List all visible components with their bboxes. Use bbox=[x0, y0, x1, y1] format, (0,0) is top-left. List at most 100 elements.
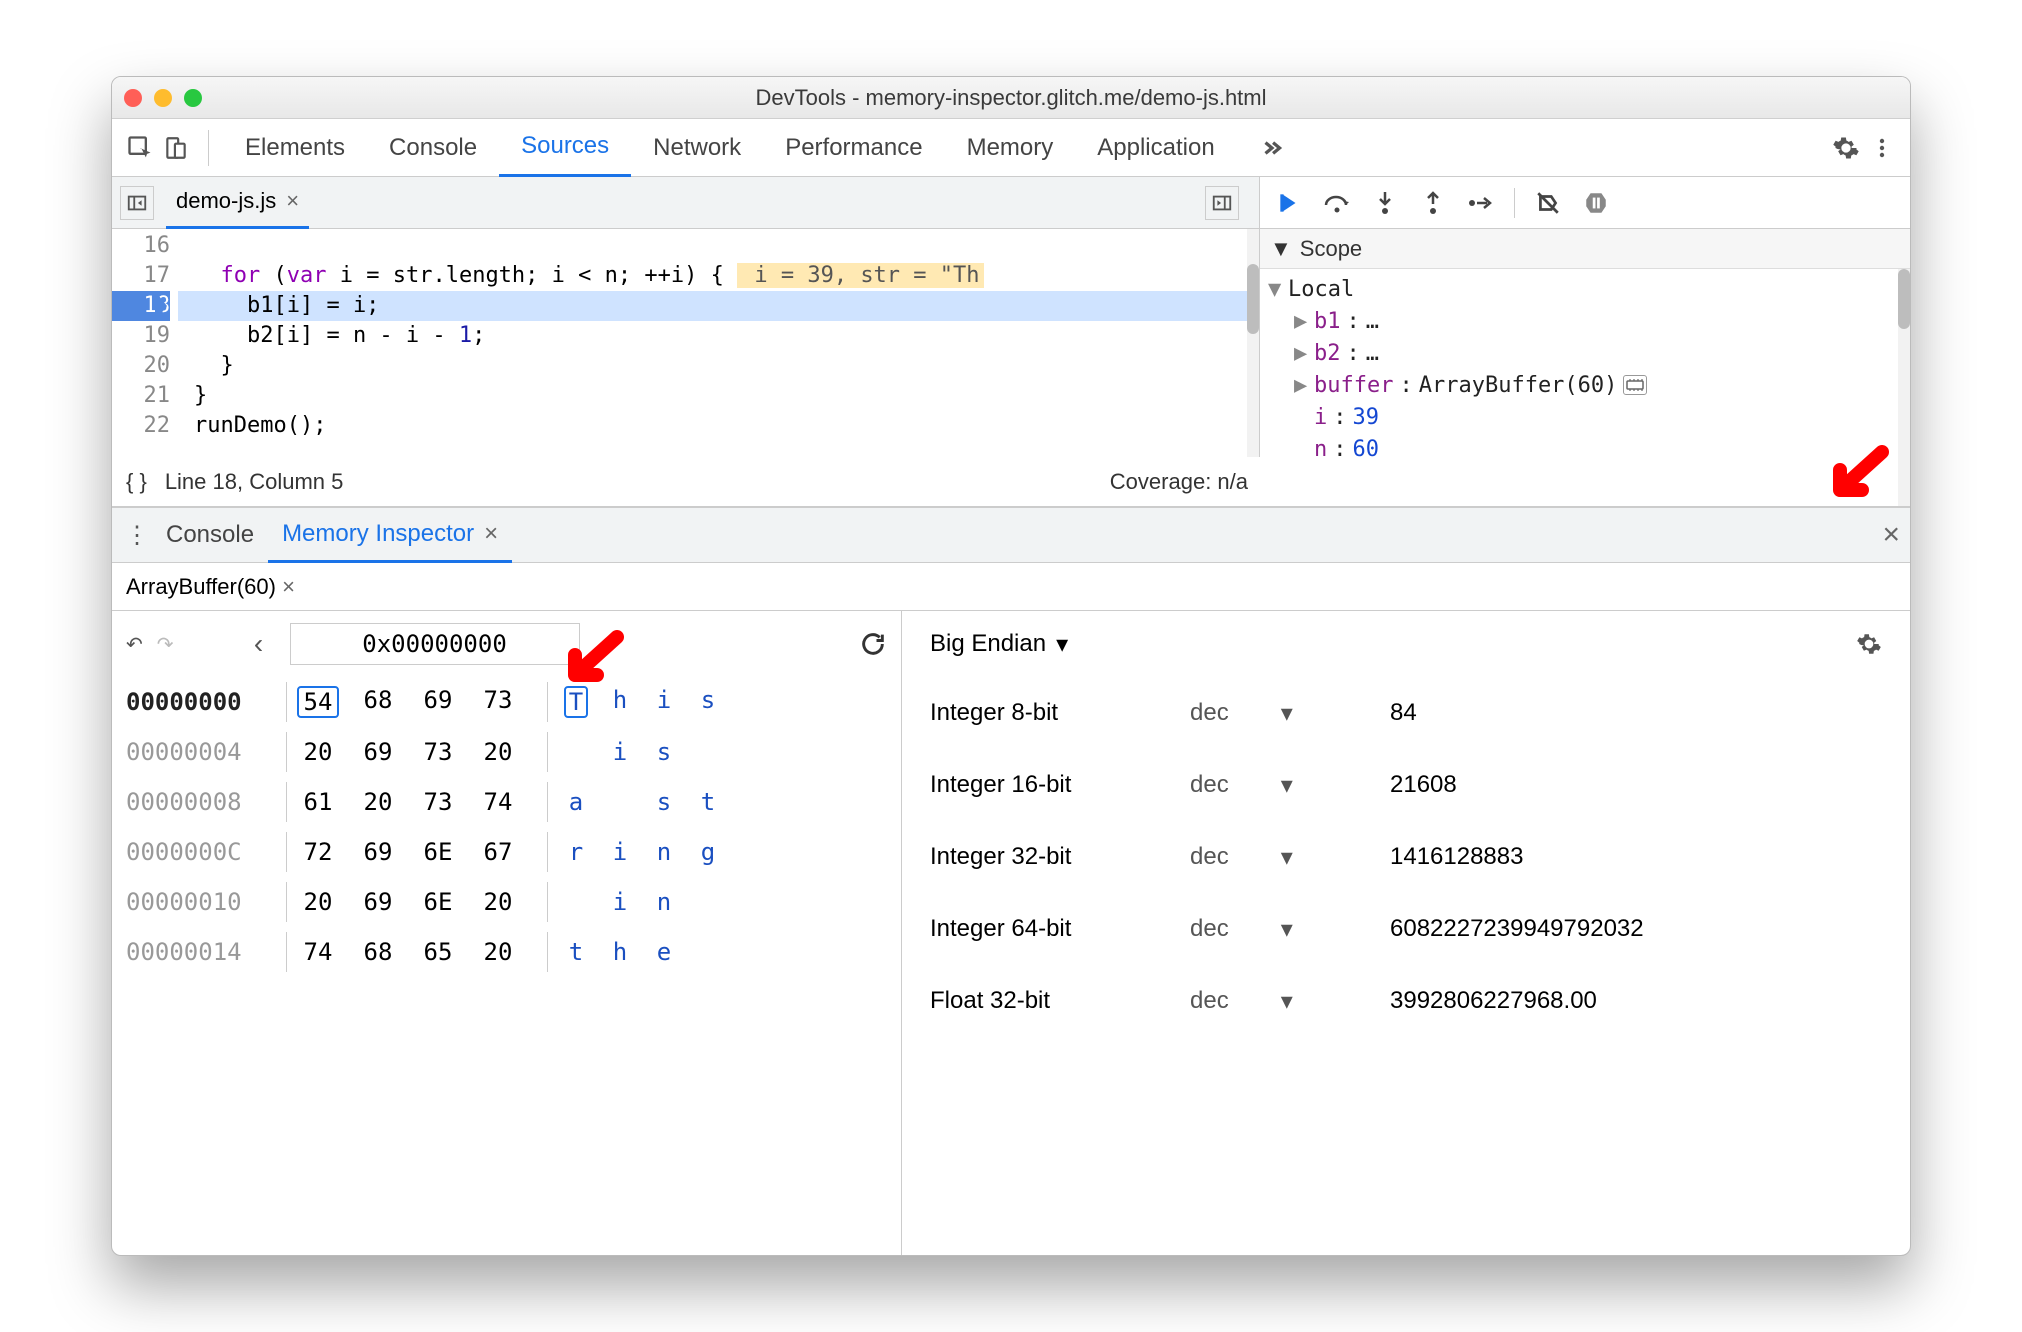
hex-row[interactable]: 0000001020696E20 in bbox=[126, 877, 887, 927]
hex-row[interactable]: 0000001474686520the bbox=[126, 927, 887, 977]
settings-icon[interactable] bbox=[1828, 130, 1864, 166]
buffer-subtab[interactable]: ArrayBuffer(60) × bbox=[126, 574, 295, 600]
address-input[interactable] bbox=[290, 623, 580, 665]
hex-byte[interactable]: 68 bbox=[357, 686, 399, 718]
value-format-select[interactable]: dec▾ bbox=[1190, 843, 1390, 872]
hex-byte[interactable]: 65 bbox=[417, 938, 459, 966]
tab-performance[interactable]: Performance bbox=[763, 119, 944, 177]
hex-byte[interactable]: 20 bbox=[477, 888, 519, 916]
hex-char[interactable]: t bbox=[564, 938, 588, 966]
hex-byte[interactable]: 54 bbox=[297, 686, 339, 718]
step-out-button[interactable] bbox=[1418, 188, 1448, 218]
device-toolbar-icon[interactable] bbox=[158, 130, 194, 166]
resume-button[interactable] bbox=[1274, 188, 1304, 218]
hex-char[interactable]: s bbox=[696, 686, 720, 718]
hex-grid[interactable]: 0000000054686973This0000000420697320 is … bbox=[112, 677, 901, 977]
drawer-kebab-icon[interactable]: ⋮ bbox=[122, 521, 152, 550]
sidebar-scrollbar[interactable] bbox=[1898, 269, 1910, 506]
scope-var-b2[interactable]: ▶b2: … bbox=[1268, 337, 1902, 369]
hex-char[interactable] bbox=[564, 738, 588, 766]
hex-char[interactable]: i bbox=[608, 838, 632, 866]
hex-char[interactable]: s bbox=[652, 738, 676, 766]
hex-byte[interactable]: 20 bbox=[477, 738, 519, 766]
redo-icon[interactable]: ↷ bbox=[157, 632, 174, 657]
hex-byte[interactable]: 20 bbox=[357, 788, 399, 816]
drawer-tab-console[interactable]: Console bbox=[152, 507, 268, 563]
step-button[interactable] bbox=[1466, 188, 1496, 218]
tab-memory[interactable]: Memory bbox=[945, 119, 1076, 177]
scope-var-n[interactable]: n: 60 bbox=[1268, 433, 1902, 465]
hex-byte[interactable]: 68 bbox=[357, 938, 399, 966]
hex-byte[interactable]: 73 bbox=[417, 738, 459, 766]
hex-char[interactable]: i bbox=[652, 686, 676, 718]
scope-local[interactable]: ▼Local bbox=[1268, 273, 1902, 305]
hex-char[interactable] bbox=[608, 788, 632, 816]
hex-byte[interactable]: 20 bbox=[297, 738, 339, 766]
hex-char[interactable] bbox=[564, 888, 588, 916]
hex-byte[interactable]: 20 bbox=[477, 938, 519, 966]
tab-sources[interactable]: Sources bbox=[499, 119, 631, 177]
refresh-icon[interactable] bbox=[859, 630, 887, 658]
close-drawer-tab-icon[interactable]: × bbox=[484, 520, 498, 548]
hex-byte[interactable]: 74 bbox=[297, 938, 339, 966]
step-into-button[interactable] bbox=[1370, 188, 1400, 218]
hex-row[interactable]: 0000000C72696E67ring bbox=[126, 827, 887, 877]
endianness-select[interactable]: Big Endian ▾ bbox=[930, 630, 1068, 659]
hex-byte[interactable]: 74 bbox=[477, 788, 519, 816]
undo-icon[interactable]: ↶ bbox=[126, 632, 143, 657]
scope-section-header[interactable]: ▼ Scope bbox=[1260, 229, 1910, 269]
hex-row[interactable]: 0000000861207374a st bbox=[126, 777, 887, 827]
value-format-select[interactable]: dec▾ bbox=[1190, 699, 1390, 728]
hex-byte[interactable]: 69 bbox=[417, 686, 459, 718]
hex-byte[interactable]: 6E bbox=[417, 838, 459, 866]
pause-on-exceptions-button[interactable] bbox=[1581, 188, 1611, 218]
source-file-tab[interactable]: demo-js.js × bbox=[166, 177, 309, 229]
value-format-select[interactable]: dec▾ bbox=[1190, 987, 1390, 1016]
hex-char[interactable] bbox=[696, 888, 720, 916]
hex-byte[interactable]: 69 bbox=[357, 888, 399, 916]
close-drawer-icon[interactable]: × bbox=[1882, 518, 1900, 552]
hex-byte[interactable]: 61 bbox=[297, 788, 339, 816]
tab-network[interactable]: Network bbox=[631, 119, 763, 177]
close-subtab-icon[interactable]: × bbox=[282, 574, 295, 599]
tab-console[interactable]: Console bbox=[367, 119, 499, 177]
tab-overflow[interactable] bbox=[1237, 119, 1307, 177]
hex-char[interactable]: e bbox=[652, 938, 676, 966]
page-prev-button[interactable]: ‹ bbox=[242, 628, 276, 660]
value-format-select[interactable]: dec▾ bbox=[1190, 771, 1390, 800]
scope-var-b1[interactable]: ▶b1: … bbox=[1268, 305, 1902, 337]
hex-char[interactable]: s bbox=[652, 788, 676, 816]
hex-char[interactable] bbox=[696, 938, 720, 966]
inspect-element-icon[interactable] bbox=[122, 130, 158, 166]
kebab-menu-icon[interactable] bbox=[1864, 130, 1900, 166]
hex-byte[interactable]: 20 bbox=[297, 888, 339, 916]
scope-var-i[interactable]: i: 39 bbox=[1268, 401, 1902, 433]
hex-char[interactable]: n bbox=[652, 838, 676, 866]
pretty-print-icon[interactable]: { } bbox=[126, 469, 147, 495]
hex-char[interactable]: n bbox=[652, 888, 676, 916]
scope-var-buffer[interactable]: ▶buffer: ArrayBuffer(60) bbox=[1268, 369, 1902, 401]
hex-char[interactable]: i bbox=[608, 738, 632, 766]
hex-row[interactable]: 0000000054686973This bbox=[126, 677, 887, 727]
close-tab-icon[interactable]: × bbox=[286, 188, 299, 214]
hex-char[interactable]: r bbox=[564, 838, 588, 866]
hex-byte[interactable]: 72 bbox=[297, 838, 339, 866]
hex-byte[interactable]: 73 bbox=[417, 788, 459, 816]
tab-application[interactable]: Application bbox=[1075, 119, 1236, 177]
navigator-toggle-icon[interactable] bbox=[120, 186, 154, 220]
step-over-button[interactable] bbox=[1322, 188, 1352, 218]
hex-char[interactable]: t bbox=[696, 788, 720, 816]
value-format-select[interactable]: dec▾ bbox=[1190, 915, 1390, 944]
hex-char[interactable]: i bbox=[608, 888, 632, 916]
reveal-in-memory-icon[interactable] bbox=[1623, 375, 1647, 395]
hex-row[interactable]: 0000000420697320 is bbox=[126, 727, 887, 777]
value-settings-icon[interactable] bbox=[1856, 631, 1882, 657]
hex-char[interactable]: h bbox=[608, 938, 632, 966]
hex-char[interactable]: g bbox=[696, 838, 720, 866]
debugger-pane-toggle-icon[interactable] bbox=[1205, 186, 1239, 220]
hex-byte[interactable]: 67 bbox=[477, 838, 519, 866]
hex-byte[interactable]: 69 bbox=[357, 838, 399, 866]
hex-byte[interactable]: 6E bbox=[417, 888, 459, 916]
hex-char[interactable] bbox=[696, 738, 720, 766]
deactivate-breakpoints-button[interactable] bbox=[1533, 188, 1563, 218]
